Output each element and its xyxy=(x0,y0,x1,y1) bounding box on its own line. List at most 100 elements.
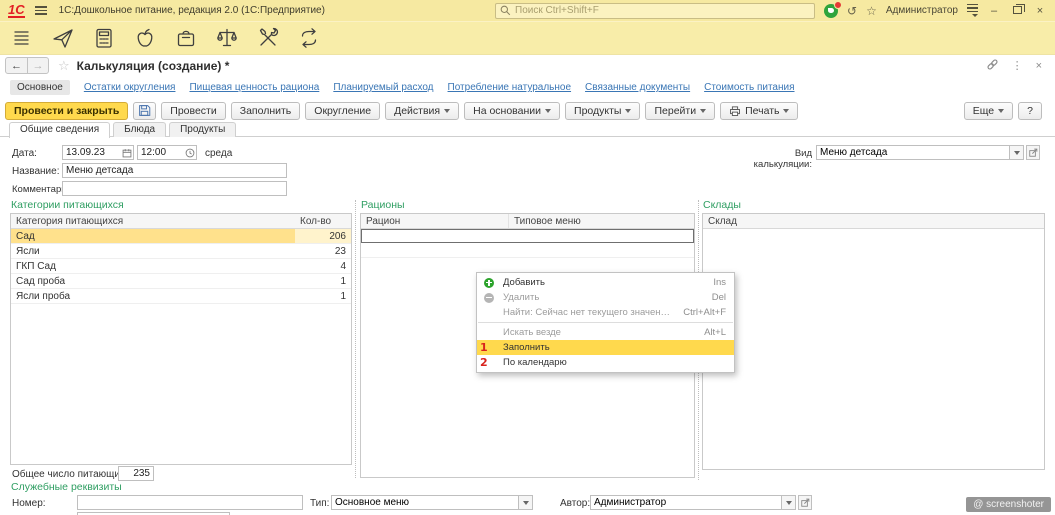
subtab-general-info[interactable]: Общие сведения xyxy=(9,122,110,138)
author-dropdown-button[interactable] xyxy=(782,495,796,510)
table-row[interactable] xyxy=(361,243,694,258)
table-row[interactable]: Сад 206 xyxy=(11,229,351,244)
type-input[interactable] xyxy=(332,497,518,508)
discussions-notification-icon[interactable] xyxy=(824,4,838,18)
tab-related-documents[interactable]: Связанные документы xyxy=(585,82,690,93)
current-user[interactable]: Администратор xyxy=(886,5,958,16)
calendar-icon[interactable] xyxy=(120,148,133,158)
back-button[interactable]: ← xyxy=(6,58,27,73)
send-paper-plane-icon[interactable] xyxy=(51,26,75,50)
close-form-icon[interactable]: × xyxy=(1036,60,1042,72)
minimize-button[interactable]: – xyxy=(987,5,1001,17)
close-window-button[interactable]: × xyxy=(1033,5,1047,17)
post-and-close-button[interactable]: Провести и закрыть xyxy=(5,102,128,120)
calc-type-dropdown-button[interactable] xyxy=(1010,145,1024,160)
sync-exchange-icon[interactable] xyxy=(297,26,321,50)
form-title: Калькуляция (создание) * xyxy=(77,59,230,73)
author-input[interactable] xyxy=(591,497,781,508)
table-row[interactable]: Ясли 23 xyxy=(11,244,351,259)
titlebar: 1С 1С:Дошкольное питание, редакция 2.0 (… xyxy=(0,0,1055,22)
clock-icon[interactable] xyxy=(183,148,196,158)
number-field xyxy=(77,495,303,510)
favorite-star-icon[interactable]: ☆ xyxy=(58,58,70,74)
caret-down-icon xyxy=(444,109,450,113)
table-row[interactable]: ГКП Сад 4 xyxy=(11,259,351,274)
rounding-button[interactable]: Округление xyxy=(305,102,380,120)
search-input[interactable] xyxy=(515,5,810,16)
column-header-warehouse[interactable]: Склад xyxy=(703,216,1044,227)
time-input[interactable] xyxy=(138,147,183,158)
apple-food-icon[interactable] xyxy=(133,26,157,50)
form-header: ← → ☆ Калькуляция (создание) * ⋮ × xyxy=(0,56,1055,75)
products-dropdown-button[interactable]: Продукты xyxy=(565,102,640,120)
tab-main[interactable]: Основное xyxy=(10,80,70,95)
menu-item-fill[interactable]: 1 Заполнить xyxy=(477,340,734,355)
tab-nutrition-value[interactable]: Пищевая ценность рациона xyxy=(189,82,319,93)
notification-badge xyxy=(834,1,842,9)
caret-down-icon xyxy=(545,109,551,113)
service-menu-icon[interactable] xyxy=(967,4,978,17)
post-button[interactable]: Провести xyxy=(161,102,225,120)
tab-planned-expense[interactable]: Планируемый расход xyxy=(333,82,433,93)
tab-natural-consumption[interactable]: Потребление натуральное xyxy=(448,82,572,93)
categories-table: Категория питающихся Кол-во Сад 206 Ясли… xyxy=(10,213,352,465)
column-header-count[interactable]: Кол-во xyxy=(295,216,351,227)
column-header-typical-menu[interactable]: Типовое меню xyxy=(509,216,694,227)
date-input[interactable] xyxy=(63,147,120,158)
subtab-products[interactable]: Продукты xyxy=(169,122,236,137)
warehouses-table: Склад xyxy=(702,213,1045,470)
tab-rounding-remainders[interactable]: Остатки округления xyxy=(84,82,176,93)
app-title: 1С:Дошкольное питание, редакция 2.0 (1С:… xyxy=(59,5,325,16)
history-icon[interactable]: ↺ xyxy=(847,5,857,17)
based-on-dropdown-button[interactable]: На основании xyxy=(464,102,560,120)
menu-item-search-everywhere: Искать везде Alt+L xyxy=(477,325,734,340)
table-row[interactable]: Ясли проба 1 xyxy=(11,289,351,304)
more-dropdown-button[interactable]: Еще xyxy=(964,102,1013,120)
subtab-dishes[interactable]: Блюда xyxy=(113,122,166,137)
annotation-mark-1: 1 xyxy=(480,341,488,354)
add-icon xyxy=(484,278,494,288)
print-dropdown-button[interactable]: Печать xyxy=(720,102,798,120)
restore-button[interactable] xyxy=(1010,5,1024,17)
forward-button[interactable]: → xyxy=(27,58,48,73)
calc-type-input[interactable] xyxy=(817,147,1009,158)
actions-dropdown-button[interactable]: Действия xyxy=(385,102,459,120)
scales-icon[interactable] xyxy=(215,26,239,50)
save-button[interactable] xyxy=(133,102,156,120)
fill-button[interactable]: Заполнить xyxy=(231,102,301,120)
main-menu-icon[interactable] xyxy=(35,6,47,15)
basket-icon[interactable] xyxy=(174,26,198,50)
column-header-category[interactable]: Категория питающихся xyxy=(11,216,295,227)
page-subtabs: Общие сведения Блюда Продукты xyxy=(0,122,1055,137)
nav-history-buttons: ← → xyxy=(5,57,49,74)
goto-dropdown-button[interactable]: Перейти xyxy=(645,102,715,120)
type-dropdown-button[interactable] xyxy=(519,495,533,510)
caret-down-icon xyxy=(998,109,1004,113)
menu-item-by-calendar[interactable]: 2 По календарю xyxy=(477,355,734,370)
empty-selected-row[interactable] xyxy=(361,229,694,243)
favorites-star-icon[interactable]: ☆ xyxy=(866,5,877,17)
name-input[interactable] xyxy=(63,165,286,176)
categories-table-header: Категория питающихся Кол-во xyxy=(11,214,351,229)
tab-food-cost[interactable]: Стоимость питания xyxy=(704,82,794,93)
total-input[interactable] xyxy=(119,468,153,479)
1c-logo: 1С xyxy=(8,4,25,18)
get-link-icon[interactable] xyxy=(986,58,999,74)
calc-type-label: Вид калькуляции: xyxy=(748,148,812,170)
menu-separator xyxy=(478,322,733,323)
calc-type-open-button[interactable] xyxy=(1026,145,1040,160)
global-search[interactable] xyxy=(495,3,815,19)
calculator-icon[interactable] xyxy=(92,26,116,50)
number-input[interactable] xyxy=(78,497,302,508)
tools-icon[interactable] xyxy=(256,26,280,50)
sections-menu-icon[interactable] xyxy=(10,26,34,50)
table-row[interactable]: Сад проба 1 xyxy=(11,274,351,289)
author-open-button[interactable] xyxy=(798,495,812,510)
menu-item-add[interactable]: Добавить Ins xyxy=(477,275,734,290)
panel-splitter[interactable] xyxy=(355,200,356,478)
column-header-ration[interactable]: Рацион xyxy=(361,214,509,228)
form-nav-tabs: Основное Остатки округления Пищевая ценн… xyxy=(10,80,795,95)
help-button[interactable]: ? xyxy=(1018,102,1042,120)
more-menu-dots-icon[interactable]: ⋮ xyxy=(1012,59,1023,72)
comment-input[interactable] xyxy=(63,183,286,194)
